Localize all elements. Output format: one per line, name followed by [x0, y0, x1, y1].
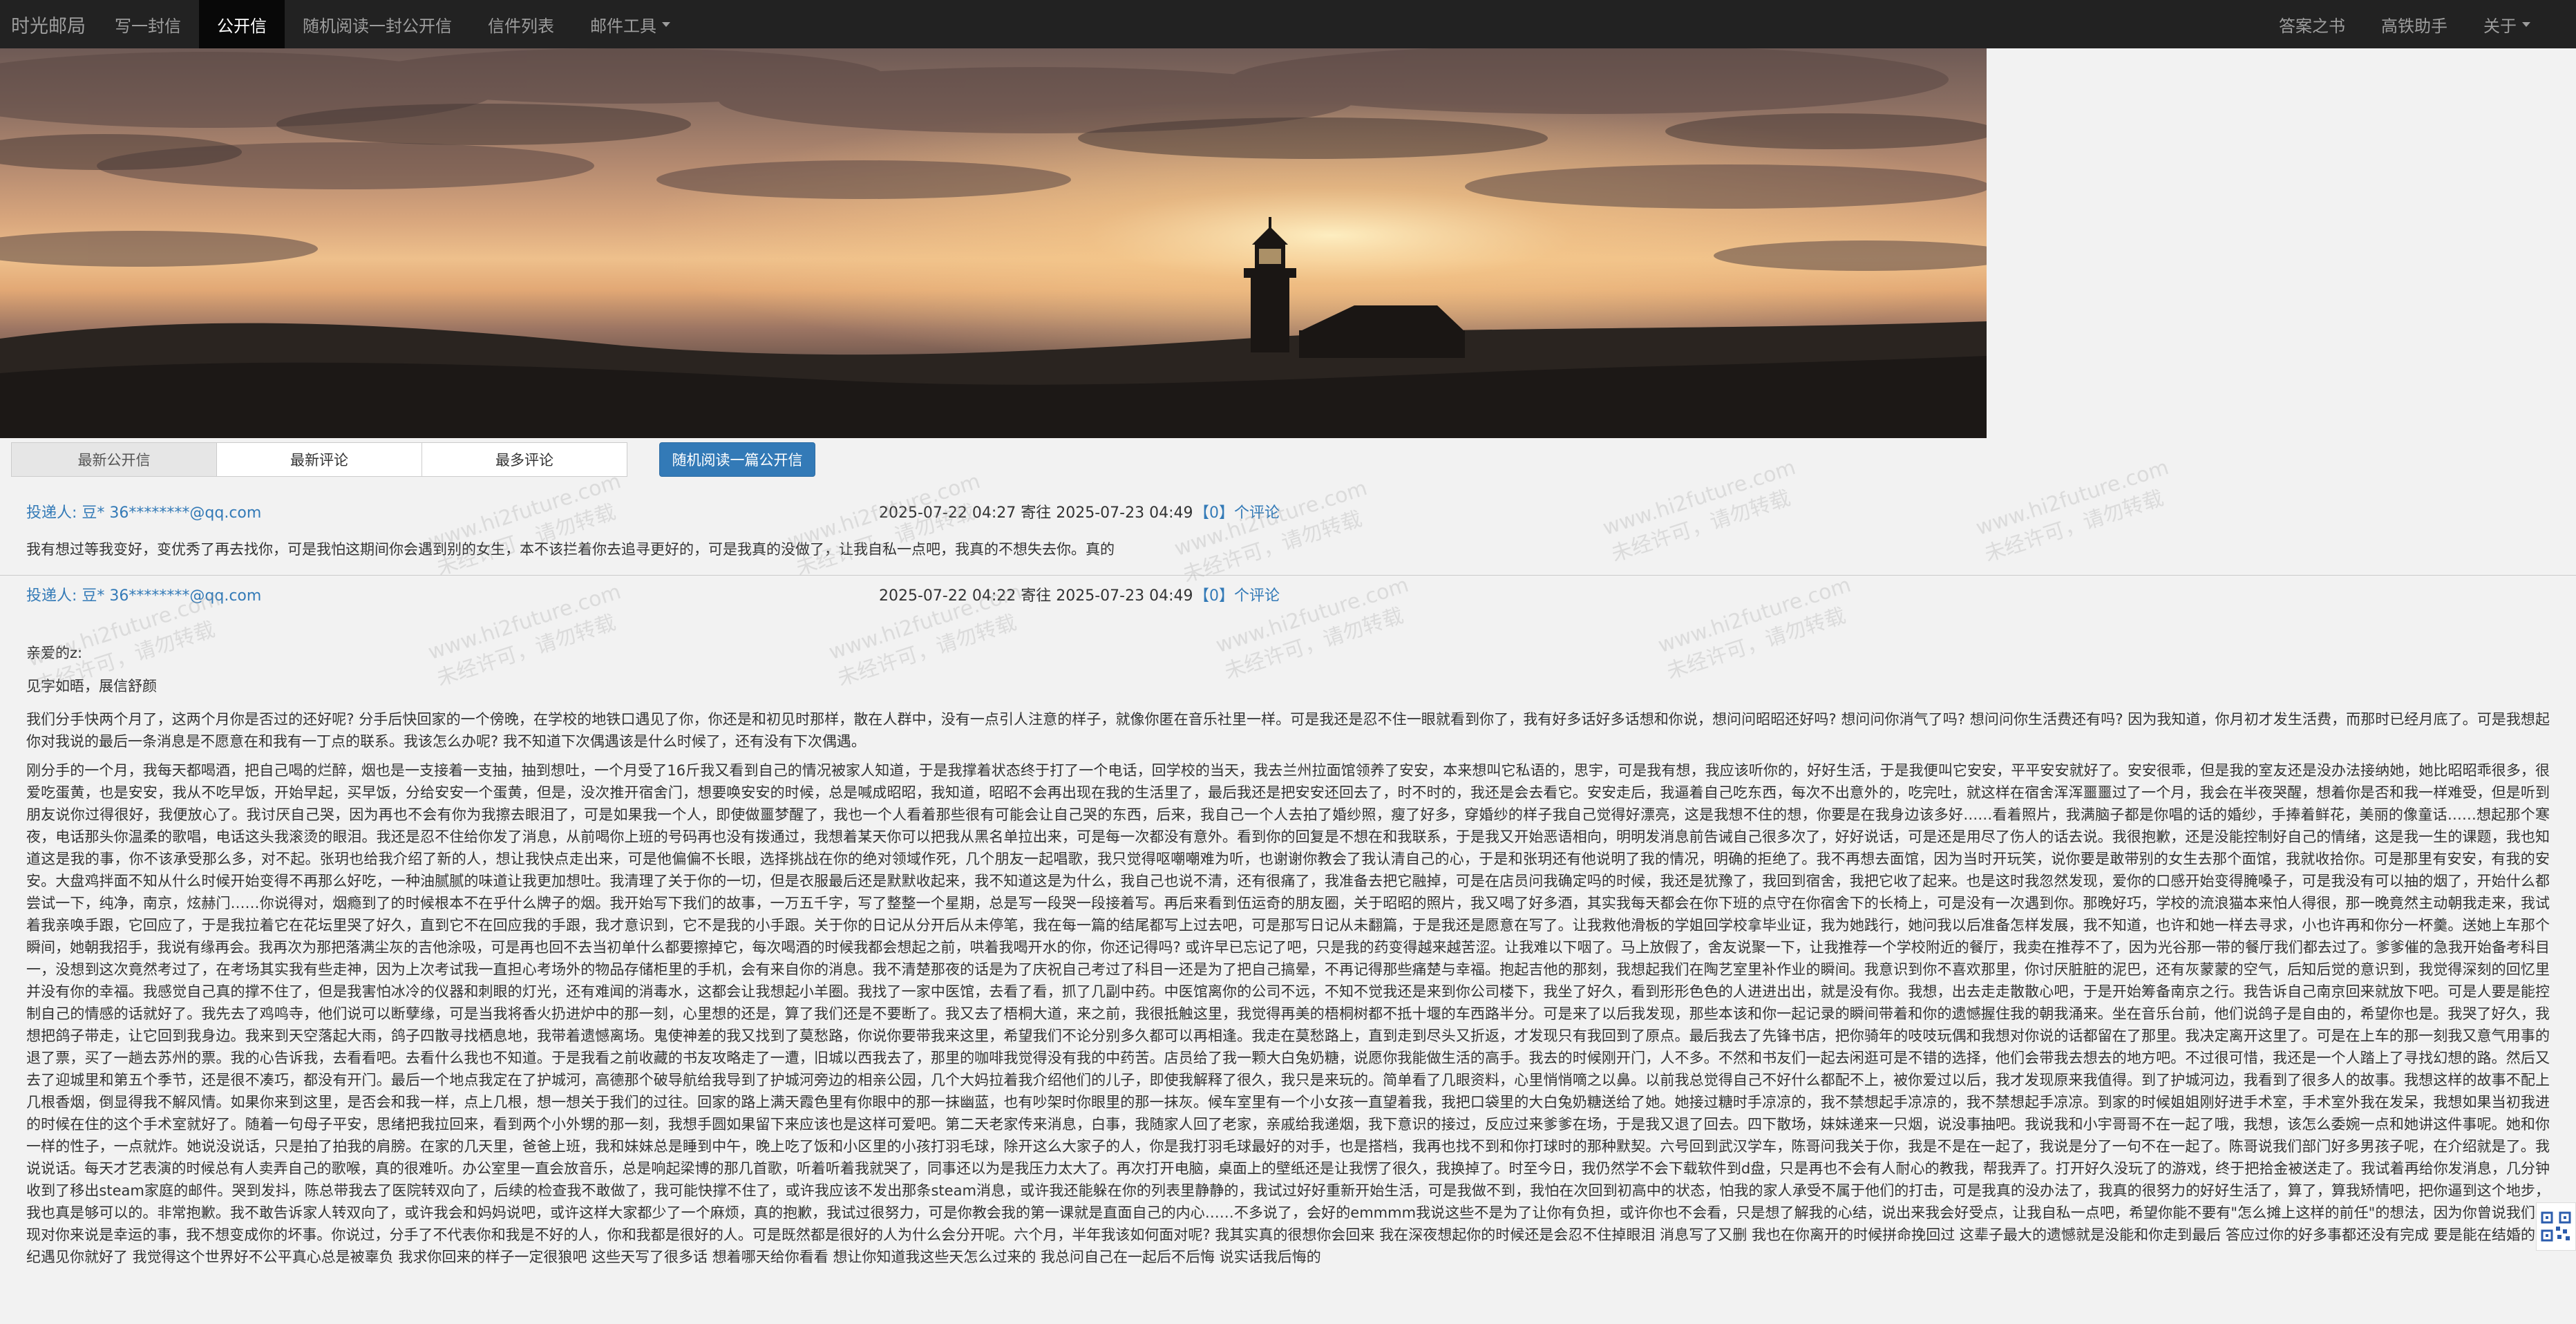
- nav-random-letter[interactable]: 随机阅读一封公开信: [285, 0, 470, 48]
- sender-link[interactable]: 投递人: 豆* 36********@qq.com: [26, 583, 261, 605]
- tab-most-comments[interactable]: 最多评论: [422, 442, 627, 477]
- nav-train-helper[interactable]: 高铁助手: [2363, 0, 2465, 48]
- letter-excerpt: 我有想过等我变好，变优秀了再去找你，可是我怕这期间你会遇到别的女生，本不该拦着你…: [26, 541, 1115, 558]
- tab-latest-letters[interactable]: 最新公开信: [11, 442, 217, 477]
- letter-greeting: 见字如晤，展信舒颜: [26, 678, 157, 694]
- nav-write-letter[interactable]: 写一封信: [97, 0, 199, 48]
- letter-item[interactable]: 投递人: 豆* 36********@qq.com 2025-07-22 04:…: [0, 576, 2576, 1268]
- letter-header: 投递人: 豆* 36********@qq.com 2025-07-22 04:…: [0, 576, 2576, 642]
- nav-answer-book[interactable]: 答案之书: [2261, 0, 2363, 48]
- nav-letter-list[interactable]: 信件列表: [470, 0, 572, 48]
- nav-public-letters[interactable]: 公开信: [199, 0, 285, 48]
- letter-dates: 2025-07-22 04:22 寄往 2025-07-23 04:49: [879, 587, 1193, 605]
- qr-code-graphic: [2541, 1211, 2571, 1242]
- top-navbar: 时光邮局 写一封信 公开信 随机阅读一封公开信 信件列表 邮件工具 答案之书 高…: [0, 0, 2576, 48]
- letter-item[interactable]: 投递人: 豆* 36********@qq.com 2025-07-22 04:…: [0, 484, 2576, 575]
- nav-mail-tools[interactable]: 邮件工具: [572, 0, 688, 48]
- comments-link[interactable]: 【0】个评论: [1194, 500, 1280, 522]
- nav-about-label: 关于: [2483, 16, 2517, 36]
- comments-link[interactable]: 【0】个评论: [1194, 583, 1280, 605]
- letter-paragraph: 刚分手的一个月，我每天都喝酒，把自己喝的烂醉，烟也是一支接着一支抽，抽到想吐，一…: [26, 762, 2550, 1265]
- nav-right: 答案之书 高铁助手 关于: [2261, 0, 2576, 48]
- nav-about[interactable]: 关于: [2465, 0, 2548, 48]
- letter-dates: 2025-07-22 04:27 寄往 2025-07-23 04:49: [879, 504, 1193, 522]
- lighthouse-sunset-illustration: [0, 48, 1987, 438]
- letter-content: 亲爱的z: 见字如晤，展信舒颜 我们分手快两个月了，这两个月你是否过的还好呢? …: [0, 642, 2576, 1268]
- sender-link[interactable]: 投递人: 豆* 36********@qq.com: [26, 500, 261, 522]
- qr-code-icon[interactable]: [2536, 1202, 2576, 1251]
- letter-header: 投递人: 豆* 36********@qq.com 2025-07-22 04:…: [0, 484, 2576, 535]
- nav-left: 时光邮局 写一封信 公开信 随机阅读一封公开信 信件列表 邮件工具: [0, 0, 688, 48]
- letter-paragraph: 我们分手快两个月了，这两个月你是否过的还好呢? 分手后快回家的一个傍晚，在学校的…: [26, 711, 2550, 750]
- nav-mail-tools-label: 邮件工具: [590, 16, 656, 36]
- random-letter-button[interactable]: 随机阅读一篇公开信: [659, 442, 815, 477]
- caret-down-icon: [2522, 21, 2530, 27]
- caret-down-icon: [662, 21, 670, 27]
- brand-logo[interactable]: 时光邮局: [0, 0, 97, 48]
- letter-salutation: 亲爱的z:: [26, 645, 83, 661]
- letter-tabs: 最新公开信 最新评论 最多评论 随机阅读一篇公开信: [11, 442, 815, 477]
- letter-list: 投递人: 豆* 36********@qq.com 2025-07-22 04:…: [0, 484, 2576, 1279]
- banner-image: [0, 48, 1987, 438]
- tab-latest-comments[interactable]: 最新评论: [216, 442, 422, 477]
